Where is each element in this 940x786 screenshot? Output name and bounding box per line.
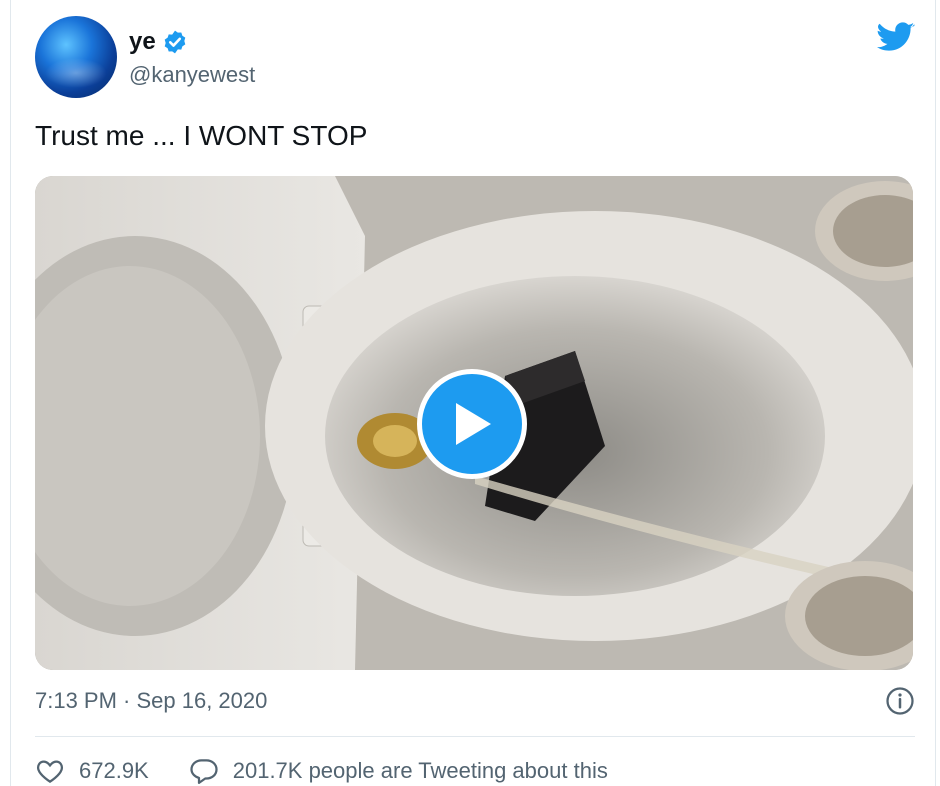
action-bar: 672.9K 201.7K people are Tweeting about … xyxy=(35,756,608,786)
reply-button[interactable]: 201.7K people are Tweeting about this xyxy=(189,756,608,786)
tweet-timestamp[interactable]: 7:13 PM · Sep 16, 2020 xyxy=(35,688,267,714)
like-count: 672.9K xyxy=(79,758,149,783)
play-icon xyxy=(456,403,491,445)
video-media[interactable] xyxy=(35,176,913,670)
user-handle[interactable]: @kanyewest xyxy=(129,62,255,88)
tweet-text: Trust me ... I WONT STOP xyxy=(35,120,368,151)
play-button[interactable] xyxy=(417,369,527,479)
heart-icon xyxy=(37,760,63,783)
author-name-row[interactable]: ye xyxy=(129,28,188,56)
tweet-card: ye @kanyewest Trust me ... I WONT STOP 7… xyxy=(10,0,936,786)
reply-bubble-icon xyxy=(190,759,218,784)
verified-badge-icon xyxy=(164,30,185,54)
avatar[interactable] xyxy=(35,16,117,98)
reply-text: 201.7K people are Tweeting about this xyxy=(232,758,608,783)
twitter-bird-icon[interactable] xyxy=(877,22,915,54)
info-icon[interactable] xyxy=(885,686,915,716)
divider xyxy=(35,736,915,737)
display-name[interactable]: ye xyxy=(129,28,156,56)
like-button[interactable]: 672.9K xyxy=(35,756,149,786)
